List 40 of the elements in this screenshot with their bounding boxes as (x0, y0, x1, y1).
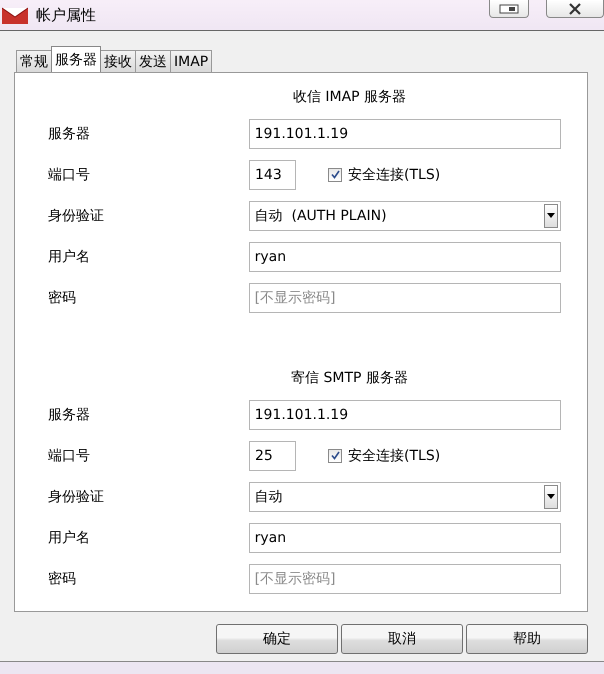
password-field[interactable]: [不显示密码] (248, 282, 561, 312)
dialog-button[interactable]: 取消 (341, 624, 463, 654)
window-title: 帐户属性 (36, 6, 96, 24)
dialog-button[interactable]: 帮助 (466, 624, 588, 654)
dropdown[interactable]: 自动 (AUTH PLAIN) (248, 200, 561, 230)
field-label: 身份验证 (48, 206, 105, 224)
checkbox-label: 安全连接(TLS) (348, 166, 440, 184)
field-label: 服务器 (48, 124, 91, 142)
checkbox[interactable] (328, 168, 342, 182)
text-field[interactable]: ryan (248, 522, 561, 552)
envelope-icon (2, 6, 28, 24)
tab[interactable]: 常规 (16, 50, 52, 72)
field-label: 用户名 (48, 248, 91, 266)
field-label: 端口号 (48, 446, 91, 464)
tab[interactable]: 服务器 (51, 46, 101, 72)
text-field[interactable]: 191.101.1.19 (248, 118, 561, 148)
field-label: 服务器 (48, 406, 91, 424)
field-label: 端口号 (48, 166, 91, 184)
dialog-button[interactable]: 确定 (216, 624, 338, 654)
dropdown[interactable]: 自动 (248, 482, 561, 512)
port-field[interactable]: 25 (249, 440, 296, 470)
close-button[interactable] (546, 0, 604, 18)
checkbox[interactable] (328, 448, 342, 462)
field-label: 用户名 (48, 528, 91, 546)
port-field[interactable]: 143 (249, 160, 296, 190)
password-field[interactable]: [不显示密码] (248, 564, 561, 594)
restore-button[interactable] (489, 0, 529, 18)
section-title: 寄信 SMTP 服务器 (290, 369, 409, 388)
tab[interactable]: 发送 (135, 50, 171, 72)
field-label: 密码 (48, 288, 77, 306)
text-field[interactable]: 191.101.1.19 (248, 400, 561, 430)
close-icon (568, 2, 582, 14)
tab[interactable]: 接收 (100, 50, 136, 72)
section-title: 收信 IMAP 服务器 (292, 88, 408, 107)
checkbox-label: 安全连接(TLS) (348, 446, 440, 464)
field-label: 密码 (48, 570, 77, 588)
field-label: 身份验证 (48, 488, 105, 506)
text-field[interactable]: ryan (248, 242, 561, 272)
tab[interactable]: IMAP (170, 50, 212, 72)
window-icon (499, 4, 519, 14)
